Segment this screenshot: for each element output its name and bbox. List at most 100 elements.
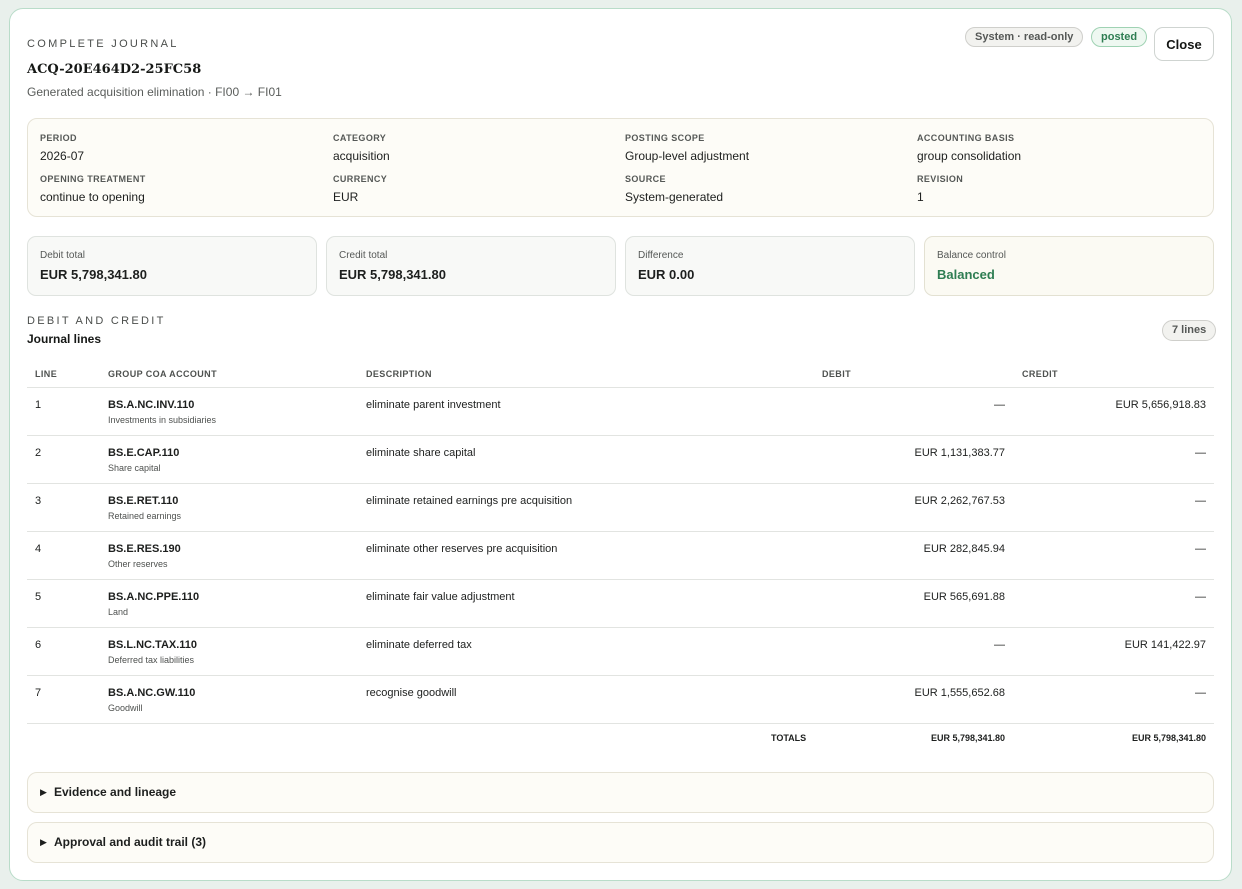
account-name: Goodwill xyxy=(108,703,143,713)
table-body: 1 BS.A.NC.INV.110 Investments in subsidiar… xyxy=(27,388,1214,724)
account-code: BS.A.NC.GW.110 xyxy=(108,687,196,699)
col-line: LINE xyxy=(35,369,58,379)
debit-total-label: Debit total xyxy=(40,250,86,261)
account-name: Land xyxy=(108,607,129,617)
meta-currency-label: CURRENCY xyxy=(333,174,388,184)
line-description: eliminate deferred tax xyxy=(366,639,472,651)
meta-source-label: SOURCE xyxy=(625,174,666,184)
readonly-badge: System · read-only xyxy=(965,27,1084,47)
meta-period-value: 2026-07 xyxy=(40,149,85,163)
debit-amount: EUR 1,555,652.68 xyxy=(914,687,1005,699)
meta-basis-value: group consolidation xyxy=(917,149,1022,163)
account-cell: BS.E.CAP.110 Share capital xyxy=(108,447,179,473)
line-number: 3 xyxy=(35,495,42,507)
meta-period: PERIOD 2026-07 xyxy=(40,133,84,163)
table-row: 5 BS.A.NC.PPE.110 Land eliminate fair value… xyxy=(27,580,1214,628)
meta-scope: POSTING SCOPE Group-level adjustment xyxy=(625,133,749,163)
evidence-expander[interactable]: ▶ Evidence and lineage xyxy=(27,772,1214,813)
line-description: eliminate other reserves pre acquisition xyxy=(366,543,558,555)
account-cell: BS.A.NC.INV.110 Investments in subsidiari… xyxy=(108,399,216,425)
meta-source: SOURCE System-generated xyxy=(625,174,723,204)
meta-scope-label: POSTING SCOPE xyxy=(625,133,705,143)
account-name: Other reserves xyxy=(108,559,168,569)
difference-card: Difference EUR 0.00 xyxy=(625,236,915,296)
account-cell: BS.E.RES.190 Other reserves xyxy=(108,543,181,569)
balance-control-value: Balanced xyxy=(937,267,995,282)
meta-source-value: System-generated xyxy=(625,190,724,204)
account-code: BS.A.NC.PPE.110 xyxy=(108,591,200,603)
lines-title: Journal lines xyxy=(27,332,102,346)
credit-amount: EUR 5,656,918.83 xyxy=(1115,399,1206,411)
credit-total-card: Credit total EUR 5,798,341.80 xyxy=(326,236,616,296)
col-account: GROUP COA ACCOUNT xyxy=(108,369,217,379)
col-description: DESCRIPTION xyxy=(366,369,432,379)
meta-opening-label: OPENING TREATMENT xyxy=(40,174,146,184)
credit-amount: — xyxy=(1195,543,1206,555)
meta-category: CATEGORY acquisition xyxy=(333,133,390,163)
lines-eyebrow: DEBIT AND CREDIT xyxy=(27,315,166,327)
meta-currency-value: EUR xyxy=(333,190,359,204)
line-number: 5 xyxy=(35,591,42,603)
meta-revision: REVISION 1 xyxy=(917,174,963,204)
account-name: Investments in subsidiaries xyxy=(108,415,217,425)
meta-revision-label: REVISION xyxy=(917,174,964,184)
debit-total-value: EUR 5,798,341.80 xyxy=(40,267,147,282)
close-button[interactable]: Close xyxy=(1154,27,1214,61)
balance-control-card: Balance control Balanced xyxy=(924,236,1214,296)
credit-total-label: Credit total xyxy=(339,250,388,261)
meta-revision-value: 1 xyxy=(917,190,924,204)
line-description: eliminate parent investment xyxy=(366,399,501,411)
account-name: Deferred tax liabilities xyxy=(108,655,195,665)
line-description: eliminate retained earnings pre acquisit… xyxy=(366,495,573,507)
credit-amount: — xyxy=(1195,495,1206,507)
account-name: Retained earnings xyxy=(108,511,182,521)
credit-amount: — xyxy=(1195,687,1206,699)
meta-period-label: PERIOD xyxy=(40,133,77,143)
meta-currency: CURRENCY EUR xyxy=(333,174,387,204)
debit-total-card: Debit total EUR 5,798,341.80 xyxy=(27,236,317,296)
debit-amount: EUR 1,131,383.77 xyxy=(914,447,1005,459)
credit-amount: — xyxy=(1195,447,1206,459)
line-description: recognise goodwill xyxy=(366,687,457,699)
debit-amount: — xyxy=(994,399,1005,411)
meta-basis-label: ACCOUNTING BASIS xyxy=(917,133,1015,143)
credit-total-value: EUR 5,798,341.80 xyxy=(339,267,446,282)
line-number: 7 xyxy=(35,687,42,699)
account-cell: BS.A.NC.PPE.110 Land xyxy=(108,591,199,617)
credit-amount: — xyxy=(1195,591,1206,603)
journal-id: ACQ-20E464D2-25FC58 xyxy=(27,62,202,77)
totals-row: TOTALS EUR 5,798,341.80 EUR 5,798,341.80 xyxy=(27,724,1214,754)
meta-scope-value: Group-level adjustment xyxy=(625,149,750,163)
meta-basis: ACCOUNTING BASIS group consolidation xyxy=(917,133,1021,163)
account-code: BS.E.RES.190 xyxy=(108,543,181,555)
debit-amount: EUR 2,262,767.53 xyxy=(914,495,1005,507)
table-row: 1 BS.A.NC.INV.110 Investments in subsidiar… xyxy=(27,388,1214,436)
totals-credit: EUR 5,798,341.80 xyxy=(1131,733,1206,743)
account-cell: BS.E.RET.110 Retained earnings xyxy=(108,495,181,521)
meta-opening: OPENING TREATMENT continue to opening xyxy=(40,174,146,204)
line-number: 6 xyxy=(35,639,42,651)
lines-count-badge: 7 lines xyxy=(1162,320,1217,341)
triangle-right-icon: ▶ xyxy=(40,837,47,847)
table-row: 3 BS.E.RET.110 Retained earnings eliminate … xyxy=(27,484,1214,532)
account-cell: BS.A.NC.GW.110 Goodwill xyxy=(108,687,195,713)
table-row: 2 BS.E.CAP.110 Share capital eliminate shar… xyxy=(27,436,1214,484)
account-cell: BS.L.NC.TAX.110 Deferred tax liabilities xyxy=(108,639,197,665)
audit-trail-expander[interactable]: ▶ Approval and audit trail (3) xyxy=(27,822,1214,863)
account-name: Share capital xyxy=(108,463,161,473)
meta-category-value: acquisition xyxy=(333,149,390,163)
debit-amount: EUR 565,691.88 xyxy=(923,591,1005,603)
account-code: BS.E.RET.110 xyxy=(108,495,179,507)
line-number: 2 xyxy=(35,447,42,459)
account-code: BS.A.NC.INV.110 xyxy=(108,399,195,411)
table-header: LINE GROUP COA ACCOUNT DESCRIPTION DEBIT… xyxy=(27,361,1214,388)
journal-subtitle: Generated acquisition elimination · FI00… xyxy=(27,85,282,99)
triangle-right-icon: ▶ xyxy=(40,787,47,797)
line-description: eliminate share capital xyxy=(366,447,476,459)
account-code: BS.L.NC.TAX.110 xyxy=(108,639,198,651)
totals-debit: EUR 5,798,341.80 xyxy=(930,733,1005,743)
journal-lines-table: LINE GROUP COA ACCOUNT DESCRIPTION DEBIT… xyxy=(27,361,1214,754)
audit-trail-label: Approval and audit trail (3) xyxy=(54,835,207,849)
totals-label: TOTALS xyxy=(771,733,807,743)
journal-metadata: PERIOD 2026-07 CATEGORY acquisition POST… xyxy=(27,118,1214,217)
